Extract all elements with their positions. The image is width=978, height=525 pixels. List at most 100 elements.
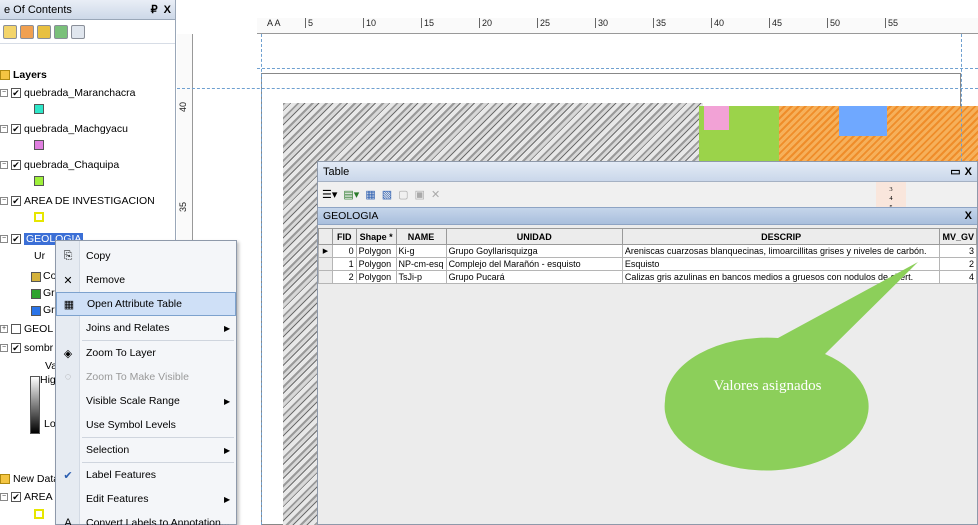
column-header-unidad[interactable]: UNIDAD xyxy=(445,228,623,245)
table-tab-label: GEOLOGIA xyxy=(323,210,379,222)
close-icon[interactable]: X xyxy=(965,166,972,178)
toc-layer-row[interactable]: − ✔ AREA xyxy=(0,491,53,503)
zoom-visible-icon: ◌ xyxy=(64,371,72,383)
menu-item-visible-scale-range[interactable]: Visible Scale Range ▶ xyxy=(56,389,236,413)
data-frame-row[interactable]: New Data xyxy=(0,473,59,485)
column-header-shape[interactable]: Shape * xyxy=(355,228,397,245)
toc-layer-row[interactable]: + GEOL xyxy=(0,323,53,335)
visibility-checkbox[interactable]: ✔ xyxy=(11,124,21,134)
visibility-checkbox[interactable]: ✔ xyxy=(11,196,21,206)
row-selector-header[interactable] xyxy=(318,228,333,245)
visibility-checkbox[interactable]: ✔ xyxy=(11,160,21,170)
table-window-titlebar[interactable]: Table ▭ X xyxy=(318,162,977,182)
zoom-layer-icon: ◈ xyxy=(63,347,73,360)
layer-name: AREA xyxy=(24,491,53,503)
menu-item-joins-relates[interactable]: Joins and Relates ▶ xyxy=(56,316,236,340)
collapse-icon[interactable]: − xyxy=(0,235,8,243)
submenu-arrow-icon: ▶ xyxy=(224,494,231,504)
visibility-checkbox[interactable]: ✔ xyxy=(11,234,21,244)
switch-selection-icon[interactable]: ▧ xyxy=(382,188,392,201)
menu-item-copy[interactable]: ⎘ Copy xyxy=(56,244,236,268)
horizontal-ruler: A A 5 10 15 20 25 30 35 40 45 50 55 xyxy=(257,18,978,34)
list-by-drawing-order-icon[interactable] xyxy=(3,24,17,39)
menu-item-use-symbol-levels[interactable]: Use Symbol Levels xyxy=(56,413,236,437)
visibility-checkbox[interactable] xyxy=(11,324,21,334)
submenu-arrow-icon: ▶ xyxy=(224,323,231,333)
ruler-tick-label: 40 xyxy=(178,101,188,112)
toc-layer-row[interactable]: − ✔ quebrada_Machgyacu xyxy=(0,123,128,135)
ruler-prefix: A A xyxy=(267,18,281,28)
collapse-icon[interactable]: − xyxy=(0,344,8,352)
legend-swatch xyxy=(31,306,41,316)
menu-item-edit-features[interactable]: Edit Features ▶ xyxy=(56,487,236,511)
layer-symbol[interactable] xyxy=(34,104,44,114)
attribute-table-window: Table ▭ X ☰▾ ▤▾ ▦ ▧ ▢ ▣ ✕ 3 4 5 GEOLOGIA… xyxy=(317,161,978,525)
layer-symbol[interactable] xyxy=(34,212,44,222)
visibility-checkbox[interactable]: ✔ xyxy=(11,492,21,502)
ruler-tick-label: 20 xyxy=(479,18,492,28)
menu-item-label-features[interactable]: ✔ Label Features xyxy=(56,463,236,487)
layers-root[interactable]: Layers xyxy=(0,69,47,81)
remove-icon: ✕ xyxy=(63,274,73,287)
row-selector-current[interactable]: ▶ xyxy=(318,244,333,258)
menu-item-convert-labels[interactable]: A Convert Labels to Annotation... xyxy=(56,511,236,525)
menu-item-zoom-to-make-visible[interactable]: ◌ Zoom To Make Visible xyxy=(56,365,236,389)
column-header-descrip[interactable]: DESCRIP xyxy=(621,228,941,245)
column-header-mv-gv[interactable]: MV_GV xyxy=(939,228,977,245)
menu-item-zoom-to-layer[interactable]: ◈ Zoom To Layer xyxy=(56,341,236,365)
table-icon: ▦ xyxy=(63,298,75,311)
delete-selected-icon[interactable]: ✕ xyxy=(431,188,440,201)
list-by-selection-icon[interactable] xyxy=(54,24,68,39)
list-by-source-icon[interactable] xyxy=(20,24,34,39)
header-row: FID Shape * NAME UNIDAD DESCRIP MV_GV xyxy=(318,228,977,245)
expand-icon[interactable]: + xyxy=(0,325,8,333)
toc-layer-row[interactable]: − ✔ quebrada_Maranchacra xyxy=(0,87,136,99)
row-selector[interactable] xyxy=(318,270,333,284)
toc-layer-row[interactable]: − ✔ AREA DE INVESTIGACION xyxy=(0,195,155,207)
toc-titlebar: e Of Contents ₽ X xyxy=(0,0,175,20)
toc-layer-row[interactable]: − ✔ quebrada_Chaquipa xyxy=(0,159,119,171)
ruler-tick-label: 55 xyxy=(885,18,898,28)
table-row[interactable]: 1 Polygon NP-cm-esq Complejo del Marañón… xyxy=(318,257,977,271)
visibility-checkbox[interactable]: ✔ xyxy=(11,88,21,98)
select-by-attributes-icon[interactable]: ▦ xyxy=(365,188,375,201)
toc-title: e Of Contents xyxy=(4,3,72,16)
related-tables-icon[interactable]: ▤▾ xyxy=(343,188,359,201)
zoom-to-selected-icon[interactable]: ▣ xyxy=(415,188,425,201)
layers-icon xyxy=(0,70,10,80)
collapse-icon[interactable]: − xyxy=(0,161,8,169)
toc-toolbar xyxy=(0,20,175,44)
menu-item-remove[interactable]: ✕ Remove xyxy=(56,268,236,292)
legend-swatch xyxy=(31,272,41,282)
collapse-icon[interactable]: − xyxy=(0,493,8,501)
guide-line xyxy=(177,88,978,89)
collapse-icon[interactable]: − xyxy=(0,197,8,205)
collapse-icon[interactable]: − xyxy=(0,125,8,133)
menu-item-open-attribute-table[interactable]: ▦ Open Attribute Table xyxy=(56,292,236,316)
toc-layer-row[interactable]: − ✔ sombr xyxy=(0,342,53,354)
column-header-name[interactable]: NAME xyxy=(395,228,447,245)
layer-symbol[interactable] xyxy=(34,176,44,186)
check-icon: ✔ xyxy=(63,469,73,482)
column-header-fid[interactable]: FID xyxy=(331,228,357,245)
layer-symbol[interactable] xyxy=(34,509,44,519)
table-tab-geologia[interactable]: GEOLOGIA X xyxy=(318,207,977,225)
table-row[interactable]: 2 Polygon TsJi-p Grupo Pucará Calizas gr… xyxy=(318,270,977,284)
row-selector[interactable] xyxy=(318,257,333,271)
menu-item-selection[interactable]: Selection ▶ xyxy=(56,438,236,462)
list-by-visibility-icon[interactable] xyxy=(37,24,51,39)
clear-selection-icon[interactable]: ▢ xyxy=(398,188,408,201)
table-row[interactable]: ▶ 0 Polygon Ki-g Grupo Goyllarisquizga A… xyxy=(318,244,977,258)
close-tab-icon[interactable]: X xyxy=(965,210,972,222)
copy-icon: ⎘ xyxy=(63,249,73,262)
pin-icon[interactable]: ₽ xyxy=(151,3,158,16)
ruler-tick-label: 5 xyxy=(305,18,313,28)
data-frame-name: New Data xyxy=(13,473,60,485)
layer-symbol[interactable] xyxy=(34,140,44,150)
visibility-checkbox[interactable]: ✔ xyxy=(11,343,21,353)
collapse-icon[interactable]: − xyxy=(0,89,8,97)
options-icon[interactable] xyxy=(71,24,85,39)
maximize-icon[interactable]: ▭ xyxy=(950,165,960,178)
close-icon[interactable]: X xyxy=(164,4,171,16)
table-options-icon[interactable]: ☰▾ xyxy=(322,188,337,201)
